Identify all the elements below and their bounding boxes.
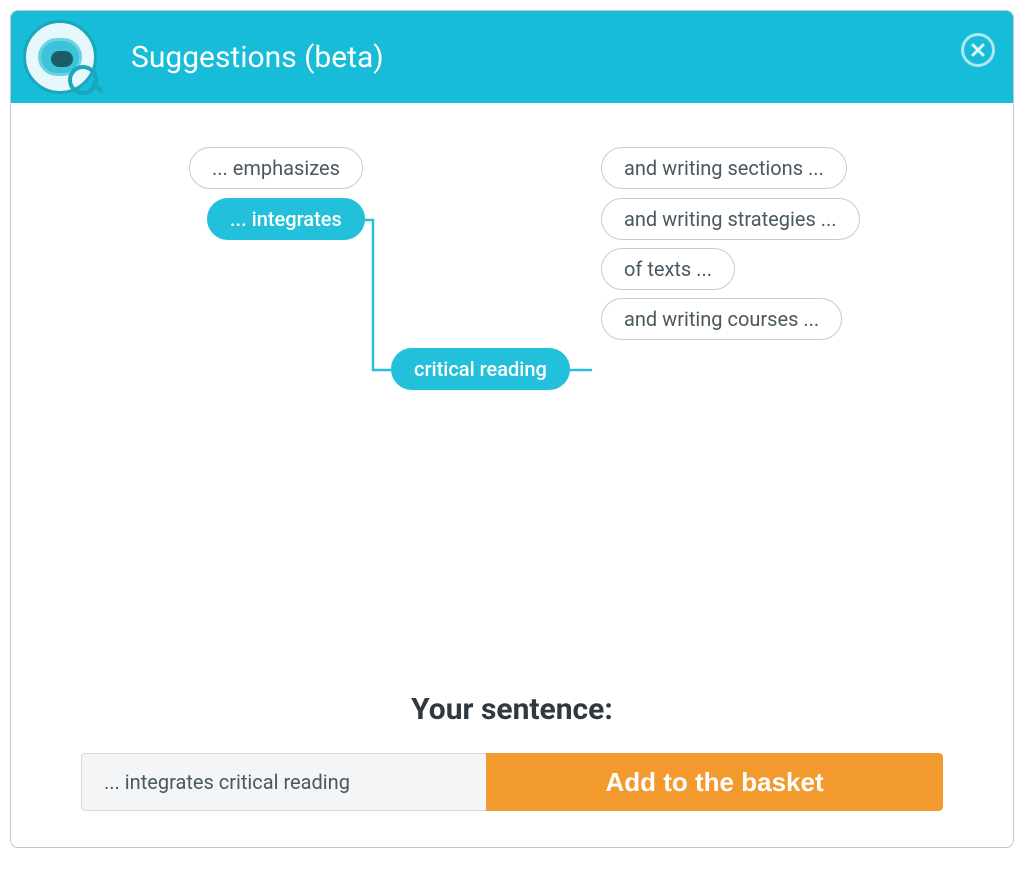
modal-title: Suggestions (beta) (131, 40, 384, 75)
left-option-emphasizes[interactable]: ... emphasizes (189, 147, 363, 189)
modal-header: Suggestions (beta) (11, 11, 1013, 103)
sentence-footer: Your sentence: ... integrates critical r… (11, 692, 1013, 847)
close-button[interactable] (961, 33, 995, 67)
sentence-row: ... integrates critical reading Add to t… (81, 753, 943, 811)
middle-node-critical-reading[interactable]: critical reading (391, 348, 570, 390)
right-option-of-texts[interactable]: of texts ... (601, 248, 735, 290)
right-option-writing-courses[interactable]: and writing courses ... (601, 298, 842, 340)
right-option-writing-sections[interactable]: and writing sections ... (601, 147, 847, 189)
suggestion-graph: ... emphasizes ... integrates critical r… (11, 103, 1013, 663)
left-option-integrates[interactable]: ... integrates (207, 198, 365, 240)
close-icon (970, 42, 986, 58)
sentence-display: ... integrates critical reading (81, 753, 486, 811)
add-to-basket-button[interactable]: Add to the basket (486, 753, 943, 811)
sentence-heading: Your sentence: (81, 692, 943, 727)
robot-search-icon (23, 20, 97, 94)
right-option-writing-strategies[interactable]: and writing strategies ... (601, 198, 860, 240)
suggestions-modal: Suggestions (beta) ... emphasizes ... in… (10, 10, 1014, 848)
